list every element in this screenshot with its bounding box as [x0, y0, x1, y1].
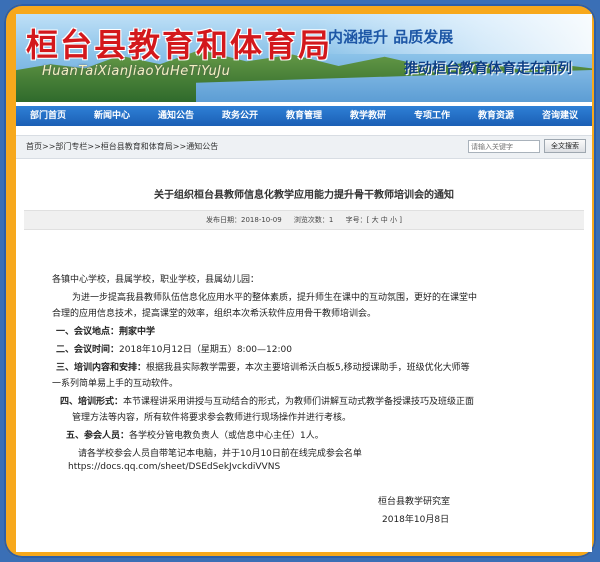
publish-date: 发布日期：2018-10-09 [206, 216, 282, 224]
slogan-bottom: 推动桓台教育体育走在前列 [404, 61, 572, 77]
nav-item-notices[interactable]: 通知公告 [144, 106, 208, 126]
nav-item-gov-affairs[interactable]: 政务公开 [208, 106, 272, 126]
slogan-top: 内涵提升 品质发展 [328, 28, 454, 46]
item-4: 四、培训形式：本节课程讲采用讲授与互动结合的形式，为教师们讲解互动式教学备授课技… [60, 394, 474, 407]
item-1: 一、会议地点：荆家中学 [56, 324, 155, 337]
item-3: 三、培训内容和安排：根据我县实际教学需要，本次主要培训希沃白板5,移动授课助手，… [56, 360, 470, 373]
header-banner: 桓台县教育和体育局 HuanTaiXianJiaoYuHeTiYuJu 内涵提升… [16, 14, 592, 102]
search-input[interactable] [468, 140, 540, 153]
nav-item-consulting[interactable]: 咨询建议 [528, 106, 592, 126]
main-nav: 部门首页 新闻中心 通知公告 政务公开 教育管理 教学教研 专项工作 教育资源 … [16, 106, 592, 126]
search-button[interactable]: 全文搜索 [544, 139, 586, 153]
item-3-label: 三、培训内容和安排： [56, 363, 147, 373]
signature-org: 桓台县教学研究室 [378, 497, 451, 507]
breadcrumb-bar: 首页>>部门专栏>>桓台县教育和体育局>>通知公告 全文搜索 [16, 135, 592, 159]
item-1-value: 荆家中学 [119, 327, 156, 337]
nav-item-teaching-research[interactable]: 教学教研 [336, 106, 400, 126]
page-card: 桓台县教育和体育局 HuanTaiXianJiaoYuHeTiYuJu 内涵提升… [16, 14, 592, 552]
nav-item-news[interactable]: 新闻中心 [80, 106, 144, 126]
item-3-value: 根据我县实际教学需要，本次主要培训希沃白板5,移动授课助手，班级优化大师等 [146, 363, 470, 373]
registration-link[interactable]: https://docs.qq.com/sheet/DSEdSekJvckdiV… [68, 462, 280, 472]
nav-item-edu-management[interactable]: 教育管理 [272, 106, 336, 126]
item-4-value: 本节课程讲采用讲授与互动结合的形式，为教师们讲解互动式教学备授课技巧及班级正面 [123, 397, 475, 407]
signature-date: 2018年10月8日 [382, 515, 450, 525]
intro-line-1: 为进一步提高我县教师队伍信息化应用水平的整体素质，提升师生在课中的互动氛围，更好… [72, 293, 478, 303]
article-title: 关于组织桓台县教师信息化教学应用能力提升骨干教师培训会的通知 [154, 190, 454, 201]
item-3-line-2: 一系列简单易上手的互动软件。 [52, 379, 179, 389]
nav-item-special-work[interactable]: 专项工作 [400, 106, 464, 126]
nav-item-edu-resources[interactable]: 教育资源 [464, 106, 528, 126]
article-meta: 发布日期：2018-10-09 浏览次数：1 字号：[ 大 中 小 ] [24, 215, 584, 225]
nav-item-home[interactable]: 部门首页 [16, 106, 80, 126]
salutation: 各镇中心学校，县属学校，职业学校，县属幼儿园： [52, 275, 260, 285]
item-5-value: 各学校分管电教负责人（或信息中心主任）1人。 [129, 431, 324, 441]
font-size-control[interactable]: 字号：[ 大 中 小 ] [346, 216, 402, 224]
note-line: 请各学校参会人员自带笔记本电脑，并于10月10日前在线完成参会名单 [78, 449, 362, 459]
item-5-label: 五、参会人员： [66, 431, 130, 441]
item-4-line-2: 管理方法等内容，所有软件将要求参会教师进行现场操作并进行考核。 [72, 413, 352, 423]
view-count: 浏览次数：1 [293, 216, 334, 224]
item-4-label: 四、培训形式： [60, 397, 124, 407]
page-frame: 桓台县教育和体育局 HuanTaiXianJiaoYuHeTiYuJu 内涵提升… [4, 4, 596, 558]
item-2: 二、会议时间：2018年10月12日（星期五）8:00—12:00 [56, 342, 292, 355]
item-1-label: 一、会议地点： [56, 327, 120, 337]
item-2-value: 2018年10月12日（星期五）8:00—12:00 [119, 345, 292, 355]
intro-line-2: 合理的应用信息技术，提高课堂的效率，组织本次希沃软件应用骨干教师培训会。 [52, 309, 377, 319]
site-title[interactable]: 桓台县教育和体育局 [26, 20, 332, 66]
site-pinyin: HuanTaiXianJiaoYuHeTiYuJu [42, 64, 231, 79]
item-5: 五、参会人员：各学校分管电教负责人（或信息中心主任）1人。 [66, 428, 324, 441]
breadcrumb[interactable]: 首页>>部门专栏>>桓台县教育和体育局>>通知公告 [26, 141, 218, 152]
item-2-label: 二、会议时间： [56, 345, 120, 355]
article-meta-bar: 发布日期：2018-10-09 浏览次数：1 字号：[ 大 中 小 ] [24, 210, 584, 230]
